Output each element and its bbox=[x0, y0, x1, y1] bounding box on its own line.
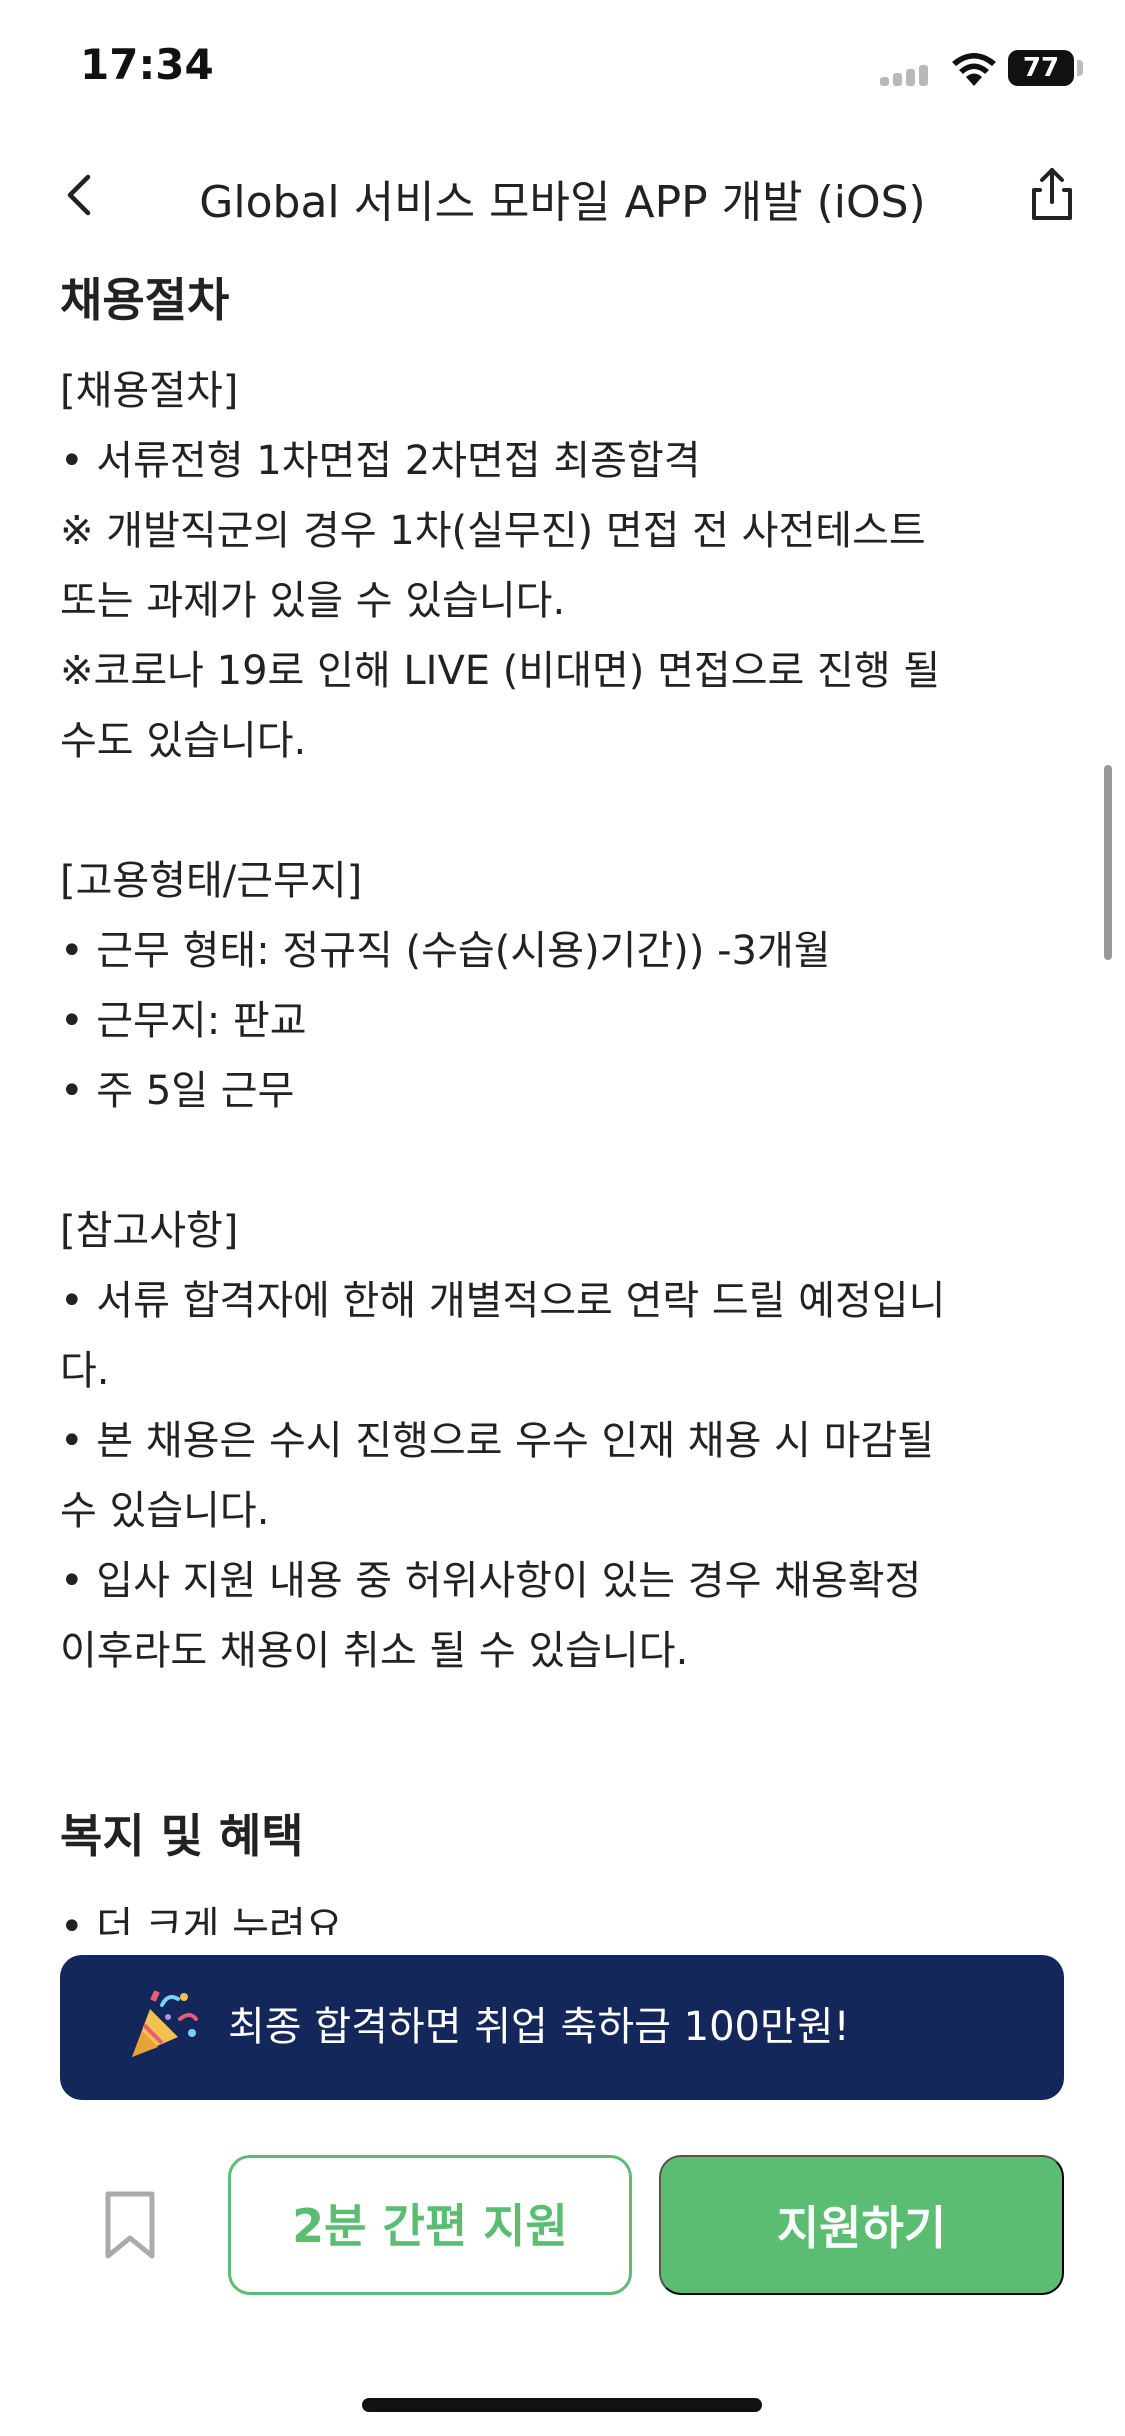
chevron-left-icon[interactable] bbox=[50, 165, 110, 225]
process-line: ※ 개발직군의 경우 1차(실무진) 면접 전 사전테스트 bbox=[60, 508, 926, 554]
employment-line: • 근무지: 판교 bbox=[60, 998, 307, 1044]
nav-bar: Global 서비스 모바일 APP 개발 (iOS) bbox=[0, 140, 1125, 250]
notes-line: 이후라도 채용이 취소 될 수 있습니다. bbox=[60, 1628, 689, 1674]
quick-apply-button[interactable]: 2분 간편 지원 bbox=[228, 2155, 632, 2295]
employment-line: • 근무 형태: 정규직 (수습(시용)기간)) -3개월 bbox=[60, 928, 831, 974]
page-title: Global 서비스 모바일 APP 개발 (iOS) bbox=[199, 177, 926, 228]
status-bar: 17:34 77 bbox=[0, 0, 1125, 140]
party-popper-icon bbox=[132, 1990, 198, 2057]
process-line: [채용절차] bbox=[60, 368, 239, 414]
status-time: 17:34 bbox=[80, 40, 214, 89]
cellular-signal-icon bbox=[880, 62, 936, 86]
job-detail-content[interactable]: 채용절차 [채용절차] • 서류전형 1차면접 2차면접 최종합격 ※ 개발직군… bbox=[60, 260, 1065, 1940]
battery-icon: 77 bbox=[1008, 50, 1074, 86]
scrollbar[interactable] bbox=[1104, 765, 1112, 960]
employment-line: • 주 5일 근무 bbox=[60, 1068, 295, 1114]
share-icon[interactable] bbox=[1020, 162, 1084, 226]
notes-line: • 입사 지원 내용 중 허위사항이 있는 경우 채용확정 bbox=[60, 1558, 922, 1604]
notes-line: 수 있습니다. bbox=[60, 1488, 270, 1534]
promo-banner[interactable]: 최종 합격하면 취업 축하금 100만원! bbox=[60, 1955, 1064, 2100]
benefits-line: • 더 크게 누려요 bbox=[60, 1904, 343, 1940]
promo-text: 최종 합격하면 취업 축하금 100만원! bbox=[228, 2004, 850, 2050]
apply-button[interactable]: 지원하기 bbox=[659, 2155, 1064, 2295]
section-title-process: 채용절차 bbox=[60, 273, 230, 327]
bookmark-icon[interactable] bbox=[102, 2190, 158, 2260]
battery-level: 77 bbox=[1022, 53, 1060, 83]
home-indicator[interactable] bbox=[362, 2398, 762, 2412]
process-line: • 서류전형 1차면접 2차면접 최종합격 bbox=[60, 438, 701, 484]
process-line: 또는 과제가 있을 수 있습니다. bbox=[60, 578, 566, 624]
notes-line: [참고사항] bbox=[60, 1208, 239, 1254]
battery-cap bbox=[1077, 60, 1083, 76]
notes-line: 다. bbox=[60, 1348, 110, 1394]
wifi-icon bbox=[952, 53, 996, 86]
process-line: 수도 있습니다. bbox=[60, 718, 307, 764]
employment-line: [고용형태/근무지] bbox=[60, 858, 363, 904]
section-title-benefits: 복지 및 혜택 bbox=[60, 1809, 304, 1863]
process-line: ※코로나 19로 인해 LIVE (비대면) 면접으로 진행 될 bbox=[60, 648, 941, 694]
notes-line: • 본 채용은 수시 진행으로 우수 인재 채용 시 마감될 bbox=[60, 1418, 935, 1464]
notes-line: • 서류 합격자에 한해 개별적으로 연락 드릴 예정입니 bbox=[60, 1278, 946, 1324]
